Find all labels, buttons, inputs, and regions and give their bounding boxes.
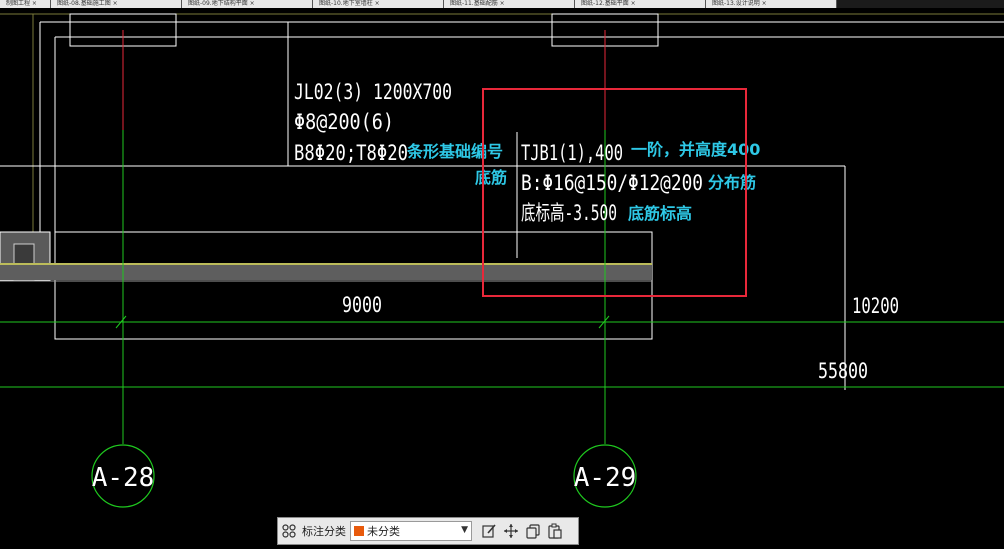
note-elevation: 底筋标高 [628, 204, 692, 223]
note-code: 条形基础编号 [406, 142, 503, 161]
category-label: 标注分类 [302, 525, 346, 538]
dim-span-1: 9000 [342, 293, 382, 317]
dim-span-2: 10200 [852, 294, 899, 318]
grid-icon[interactable] [278, 520, 300, 542]
beam-rebar-text: B8Φ20;T8Φ20 [294, 141, 408, 165]
paste-icon[interactable] [544, 520, 566, 542]
foundation-code-text: TJB1(1),400 [521, 141, 623, 165]
beam-stirrup-text: Φ8@200(6) [294, 110, 394, 134]
beam-code-text: JL02(3) 1200X700 [294, 80, 452, 104]
foundation-elevation-text: 底标高-3.500 [521, 201, 617, 225]
drawing-tab[interactable]: 图纸-12.基础平面 × [575, 0, 706, 8]
wall-outline [0, 13, 1004, 390]
drawing-tab[interactable]: 图纸-13.设计说明 × [706, 0, 837, 8]
drawing-tab[interactable]: 图纸-10.地下室墙柱 × [313, 0, 444, 8]
category-select-value: 未分类 [367, 525, 400, 538]
strip-foundation[interactable] [0, 231, 653, 340]
axis-label-left: A-28 [92, 463, 155, 493]
dim-total: 55800 [818, 359, 868, 383]
note-bottom-rebar: 底筋 [475, 168, 507, 187]
category-select[interactable]: 未分类 ▼ [350, 521, 472, 541]
dimension-texts: 9000 10200 55800 [342, 293, 899, 383]
move-icon[interactable] [500, 520, 522, 542]
axis-bubble-a29[interactable]: A-29 [573, 444, 637, 508]
drawing-tab[interactable]: 图纸-08.基础施工图 × [51, 0, 182, 8]
annotation-toolbar: 标注分类 未分类 ▼ [277, 517, 579, 545]
drawing-tab[interactable]: 制图工程 × [0, 0, 51, 8]
axis-bubble-a28[interactable]: A-28 [91, 444, 155, 508]
drawing-tab[interactable]: 图纸-11.基础配筋 × [444, 0, 575, 8]
chevron-down-icon: ▼ [461, 525, 468, 535]
column-caps [69, 13, 659, 47]
copy-icon[interactable] [522, 520, 544, 542]
axis-label-right: A-29 [574, 463, 637, 493]
drawing-tab-strip: 制图工程 × 图纸-08.基础施工图 × 图纸-09.地下结构平面 × 图纸-1… [0, 0, 1004, 8]
note-step: 一阶，并高度400 [631, 140, 760, 159]
foundation-rebar-text: B:Φ16@150/Φ12@200 [521, 171, 703, 195]
cad-drawing-canvas[interactable]: A-28 A-29 JL02(3) 1200X700 Φ8@200(6) B8Φ… [0, 0, 1004, 549]
drawing-tab[interactable]: 图纸-09.地下结构平面 × [182, 0, 313, 8]
note-distribution: 分布筋 [708, 173, 756, 192]
category-color-swatch [354, 526, 364, 536]
edit-icon[interactable] [478, 520, 500, 542]
